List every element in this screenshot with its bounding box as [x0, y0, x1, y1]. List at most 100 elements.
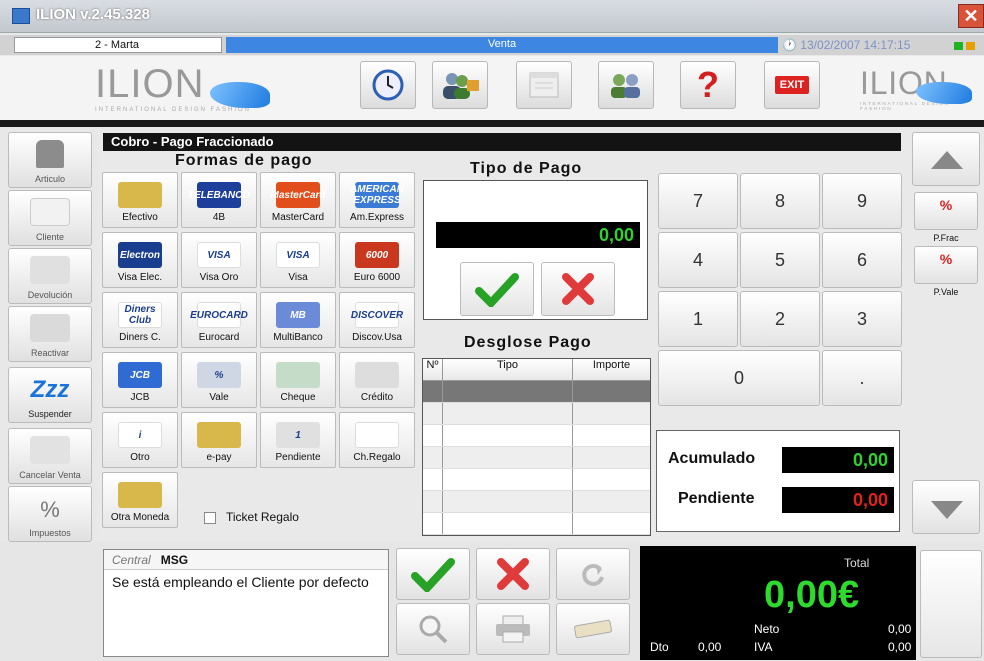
confirm-button[interactable]	[396, 548, 470, 600]
table-row[interactable]	[423, 425, 650, 447]
payment-visa-button[interactable]: VISA Visa	[260, 232, 336, 288]
message-box: Central MSG Se está empleando el Cliente…	[103, 549, 389, 657]
payment-eurocard-button[interactable]: EUROCARD Eurocard	[181, 292, 257, 348]
payment-credito-button[interactable]: Crédito	[339, 352, 415, 408]
cancel-button[interactable]	[541, 262, 615, 316]
key-8[interactable]: 8	[740, 173, 820, 229]
acumulado-value: 0,00	[782, 447, 894, 473]
payment-otro-button[interactable]: i Otro	[102, 412, 178, 468]
card-icon	[30, 198, 70, 226]
window-title: ILION v.2.45.328	[36, 6, 150, 23]
key-1[interactable]: 1	[658, 291, 738, 347]
payment-label: MultiBanco	[273, 332, 323, 343]
payment-4b-button[interactable]: TELEBANCO 4B	[181, 172, 257, 228]
check-icon	[411, 558, 455, 592]
amount-display[interactable]: 0,00	[436, 222, 640, 248]
sidebar-item-cliente[interactable]: Cliente	[8, 190, 92, 246]
close-button[interactable]: ✕	[958, 4, 984, 28]
payment-label: Eurocard	[198, 332, 240, 343]
sidebar-item-suspender[interactable]: Zzz Suspender	[8, 367, 92, 423]
key-decimal[interactable]: .	[822, 350, 902, 406]
clock-button[interactable]	[360, 61, 416, 109]
refresh-icon	[582, 563, 604, 586]
message-text: Se está empleando el Cliente por defecto	[112, 574, 369, 590]
payment-otra-moneda-button[interactable]: Otra Moneda	[102, 472, 178, 528]
sidebar-item-devolucion[interactable]: Devolución	[8, 248, 92, 304]
help-button[interactable]: ?	[680, 61, 736, 109]
payment-diners-button[interactable]: Diners Club Diners C.	[102, 292, 178, 348]
table-row[interactable]	[423, 403, 650, 425]
sidebar-item-impuestos[interactable]: % Impuestos	[8, 486, 92, 542]
pfrac-button[interactable]: % P.Frac	[914, 192, 978, 243]
group-button[interactable]	[598, 61, 654, 109]
ticket-regalo-checkbox[interactable]	[204, 512, 216, 524]
scroll-up-button[interactable]	[912, 132, 980, 186]
eraser-icon	[574, 619, 612, 639]
payment-visa-oro-button[interactable]: VISA Visa Oro	[181, 232, 257, 288]
side-action-button[interactable]	[920, 550, 982, 658]
key-6[interactable]: 6	[822, 232, 902, 288]
table-row[interactable]	[423, 447, 650, 469]
refresh-button[interactable]	[556, 548, 630, 600]
current-user: 2 - Marta	[14, 37, 222, 53]
eraser-button[interactable]	[556, 603, 630, 655]
payment-label: Am.Express	[350, 212, 404, 223]
key-3[interactable]: 3	[822, 291, 902, 347]
payment-visa-elec-button[interactable]: Electron Visa Elec.	[102, 232, 178, 288]
arrow-up-icon	[931, 151, 963, 169]
users-lock-button[interactable]	[432, 61, 488, 109]
payment-jcb-button[interactable]: JCB JCB	[102, 352, 178, 408]
cheque-icon	[276, 362, 320, 388]
exit-icon: EXIT	[774, 76, 810, 94]
acumulado-label: Acumulado	[668, 450, 756, 467]
table-row[interactable]	[423, 513, 650, 535]
accept-button[interactable]	[460, 262, 534, 316]
tax-icon: %	[40, 497, 60, 522]
scroll-down-button[interactable]	[912, 480, 980, 534]
exit-button[interactable]: EXIT	[764, 61, 820, 109]
percent-icon: %	[939, 197, 953, 213]
payment-mastercard-button[interactable]: MasterCard MasterCard	[260, 172, 336, 228]
payment-label: JCB	[130, 392, 150, 403]
abort-button[interactable]	[476, 548, 550, 600]
payment-e-pay-button[interactable]: e-pay	[181, 412, 257, 468]
payment-discover-button[interactable]: DISCOVER Discov.Usa	[339, 292, 415, 348]
table-row[interactable]	[423, 469, 650, 491]
payment-pendiente-button[interactable]: 1 Pendiente	[260, 412, 336, 468]
key-9[interactable]: 9	[822, 173, 902, 229]
sidebar-item-cancelar-venta[interactable]: Cancelar Venta	[8, 428, 92, 484]
table-row[interactable]	[423, 491, 650, 513]
payment-multibanco-button[interactable]: MB MultiBanco	[260, 292, 336, 348]
separator-bar	[0, 120, 984, 127]
key-5[interactable]: 5	[740, 232, 820, 288]
table-row[interactable]	[423, 381, 650, 403]
sidebar-item-reactivar[interactable]: Reactivar	[8, 306, 92, 362]
sidebar-item-articulo[interactable]: Articulo	[8, 132, 92, 188]
print-button[interactable]	[476, 603, 550, 655]
otro-icon: i	[118, 422, 162, 448]
payment-euro-6000-button[interactable]: 6000 Euro 6000	[339, 232, 415, 288]
key-2[interactable]: 2	[740, 291, 820, 347]
close-icon	[497, 558, 529, 590]
payment-cheque-button[interactable]: Cheque	[260, 352, 336, 408]
total-panel: Total 0,00€ Neto 0,00 Dto 0,00 IVA 0,00	[640, 546, 916, 660]
close-icon	[562, 273, 594, 305]
discover-icon: DISCOVER	[351, 302, 403, 328]
payment-efectivo-button[interactable]: Efectivo	[102, 172, 178, 228]
neto-label: Neto	[754, 622, 780, 636]
payment-vale-button[interactable]: % Vale	[181, 352, 257, 408]
key-0[interactable]: 0	[658, 350, 820, 406]
key-7[interactable]: 7	[658, 173, 738, 229]
pvale-button[interactable]: % P.Vale	[914, 246, 978, 297]
window-button[interactable]	[516, 61, 572, 109]
payment-label: Visa Oro	[199, 272, 239, 283]
search-button[interactable]	[396, 603, 470, 655]
key-4[interactable]: 4	[658, 232, 738, 288]
payment-label: Otro	[130, 452, 150, 463]
payment-ch-regalo-button[interactable]: Ch.Regalo	[339, 412, 415, 468]
pendiente-value: 0,00	[782, 487, 894, 513]
percent-icon: %	[939, 251, 953, 267]
payment-label: Visa	[288, 272, 308, 283]
mastercard-icon: MasterCard	[270, 182, 326, 208]
payment-am-express-button[interactable]: AMERICAN EXPRESS Am.Express	[339, 172, 415, 228]
